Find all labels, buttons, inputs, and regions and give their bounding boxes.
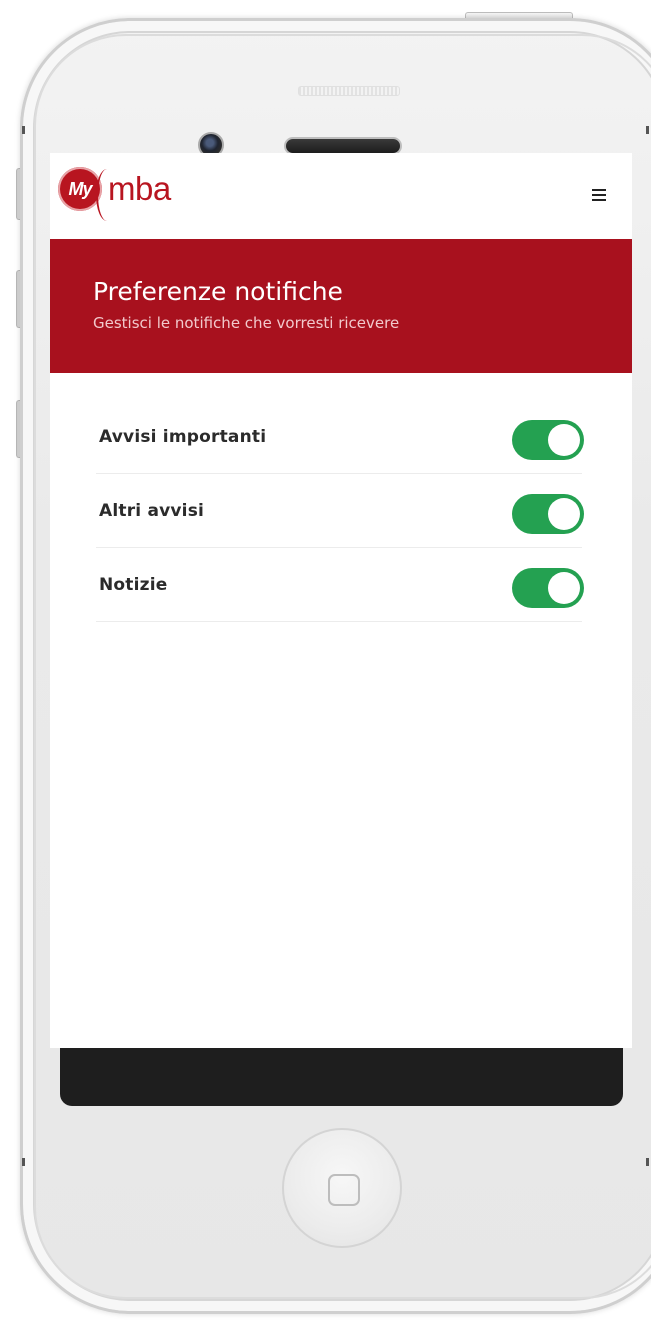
menu-line bbox=[592, 194, 606, 196]
setting-label: Altri avvisi bbox=[99, 501, 205, 521]
menu-line bbox=[592, 199, 606, 201]
screen-bottom-bar bbox=[60, 1048, 623, 1106]
page-banner: Preferenze notifiche Gestisci le notific… bbox=[50, 239, 632, 373]
app-logo[interactable]: My mba bbox=[58, 167, 171, 221]
toggle-knob bbox=[548, 424, 580, 456]
toggle-avvisi-importanti[interactable] bbox=[512, 420, 584, 460]
edge-mark bbox=[646, 126, 649, 134]
menu-line bbox=[592, 189, 606, 191]
hamburger-menu-icon[interactable] bbox=[592, 189, 606, 201]
setting-label: Notizie bbox=[99, 575, 168, 595]
setting-row-notizie: Notizie bbox=[96, 548, 584, 622]
home-button-icon[interactable] bbox=[282, 1128, 402, 1248]
setting-row-altri-avvisi: Altri avvisi bbox=[96, 474, 584, 548]
page-title: Preferenze notifiche bbox=[93, 277, 343, 306]
edge-mark bbox=[646, 1158, 649, 1166]
setting-label: Avvisi importanti bbox=[99, 427, 267, 447]
notification-settings-list: Avvisi importanti Altri avvisi Notizie bbox=[96, 400, 584, 622]
speaker-grill bbox=[298, 86, 400, 96]
page-subtitle: Gestisci le notifiche che vorresti ricev… bbox=[93, 314, 400, 332]
logo-swoosh-icon bbox=[96, 169, 118, 221]
toggle-knob bbox=[548, 498, 580, 530]
toggle-notizie[interactable] bbox=[512, 568, 584, 608]
toggle-altri-avvisi[interactable] bbox=[512, 494, 584, 534]
phone-screen: My mba Preferenze notifiche Gestisci le … bbox=[50, 153, 632, 1048]
edge-mark bbox=[22, 126, 25, 134]
phone-mockup: My mba Preferenze notifiche Gestisci le … bbox=[0, 0, 651, 1326]
edge-mark bbox=[22, 1158, 25, 1166]
setting-row-avvisi-importanti: Avvisi importanti bbox=[96, 400, 584, 474]
app-header: My mba bbox=[50, 153, 632, 239]
logo-badge-text: My bbox=[68, 178, 92, 199]
home-square-icon bbox=[328, 1174, 360, 1206]
toggle-knob bbox=[548, 572, 580, 604]
